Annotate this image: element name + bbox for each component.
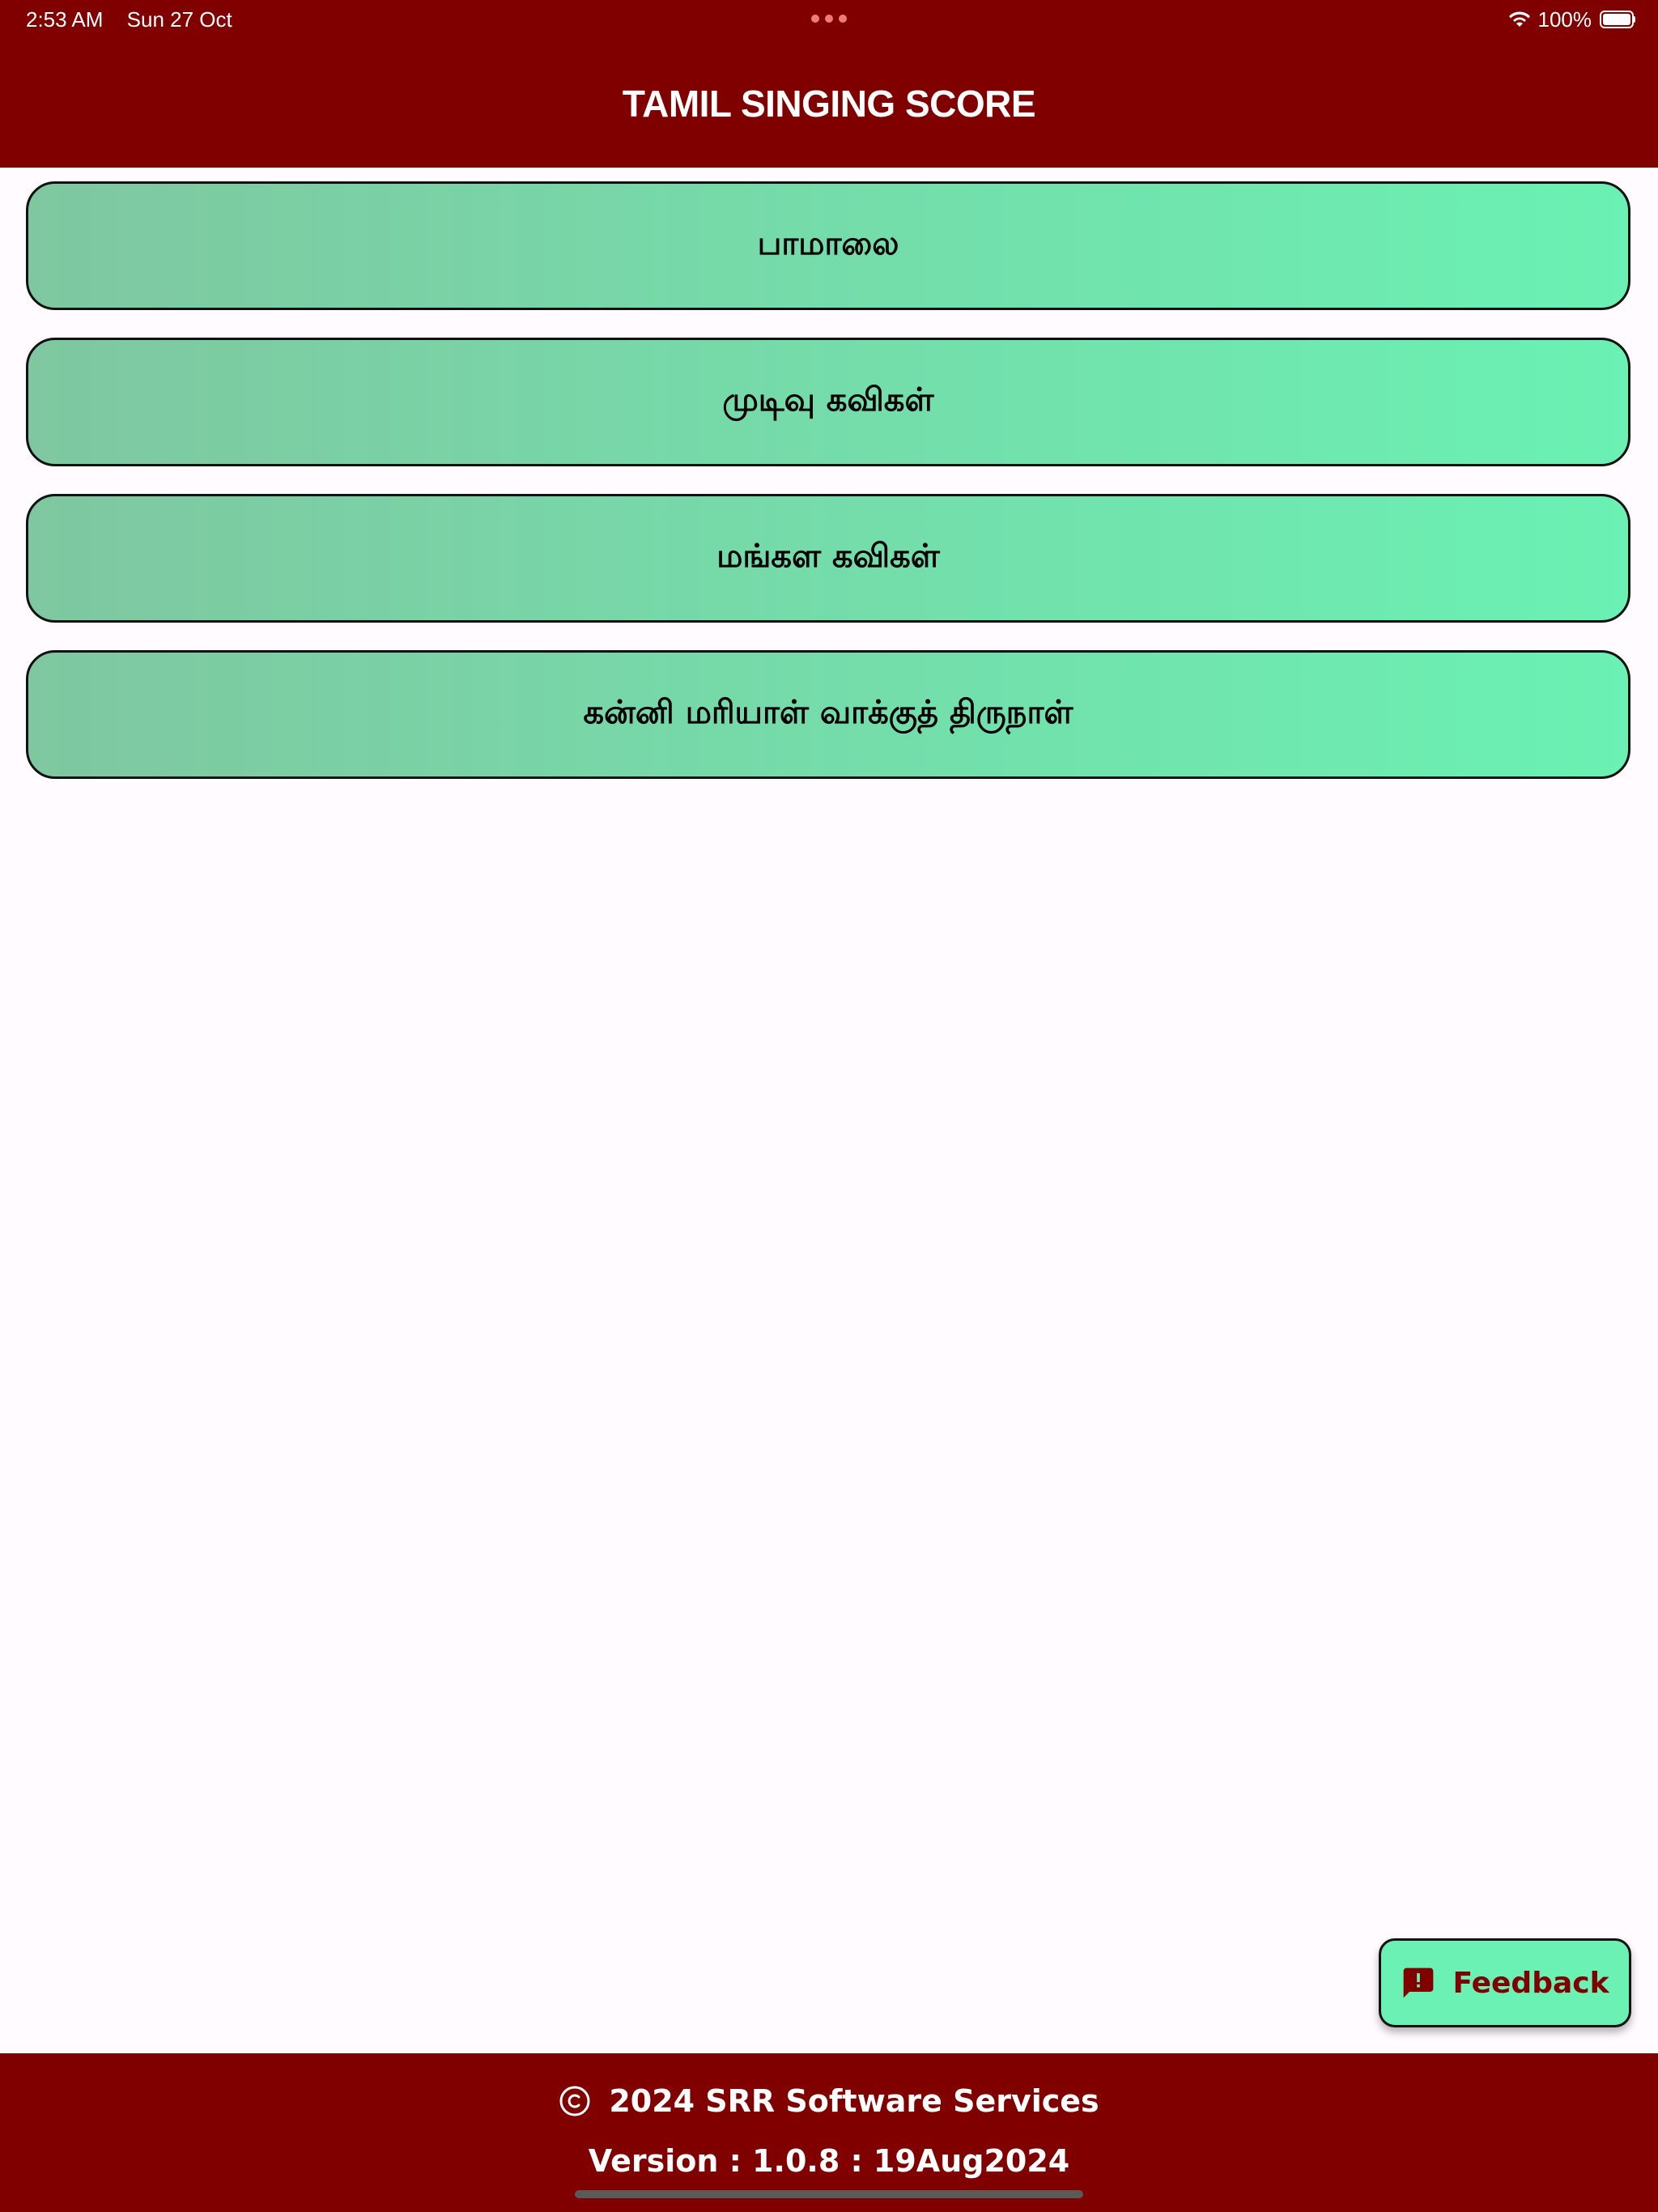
- home-indicator[interactable]: [575, 2190, 1083, 2198]
- menu-item-mudivu-kavigal[interactable]: முடிவு கவிகள்: [26, 338, 1630, 466]
- battery-percent: 100%: [1537, 6, 1592, 32]
- feedback-label: Feedback: [1452, 1966, 1609, 2000]
- menu-item-kanni-mariyal[interactable]: கன்னி மரியாள் வாக்குத் திருநாள்: [26, 650, 1630, 779]
- status-bar-right: 100%: [1507, 6, 1635, 32]
- wifi-icon: [1508, 11, 1530, 27]
- status-time: 2:53 AM: [26, 7, 104, 32]
- version-text: Version : 1.0.8 : 19Aug2024: [588, 2143, 1070, 2179]
- battery-icon: [1600, 11, 1635, 28]
- copyright-icon: [559, 2086, 590, 2116]
- status-bar-left: 2:53 AM Sun 27 Oct: [26, 6, 232, 32]
- feedback-button[interactable]: Feedback: [1379, 1938, 1631, 2027]
- copyright-text: 2024 SRR Software Services: [609, 2083, 1099, 2119]
- multitask-dots-icon[interactable]: [811, 15, 847, 24]
- app-footer: 2024 SRR Software Services Version : 1.0…: [0, 2053, 1658, 2212]
- menu-item-pamalai[interactable]: பாமாலை: [26, 181, 1630, 310]
- status-date: Sun 27 Oct: [126, 7, 232, 32]
- copyright-line: 2024 SRR Software Services: [0, 2081, 1658, 2121]
- menu-item-mangala-kavigal[interactable]: மங்கள கவிகள்: [26, 494, 1630, 623]
- menu-list: பாமாலை முடிவு கவிகள் மங்கள கவிகள் கன்னி …: [26, 181, 1632, 806]
- feedback-icon: [1404, 1967, 1434, 1998]
- app-header: 2:53 AM Sun 27 Oct 100% TAMIL SINGING SC…: [0, 0, 1658, 168]
- page-title: TAMIL SINGING SCORE: [622, 83, 1036, 125]
